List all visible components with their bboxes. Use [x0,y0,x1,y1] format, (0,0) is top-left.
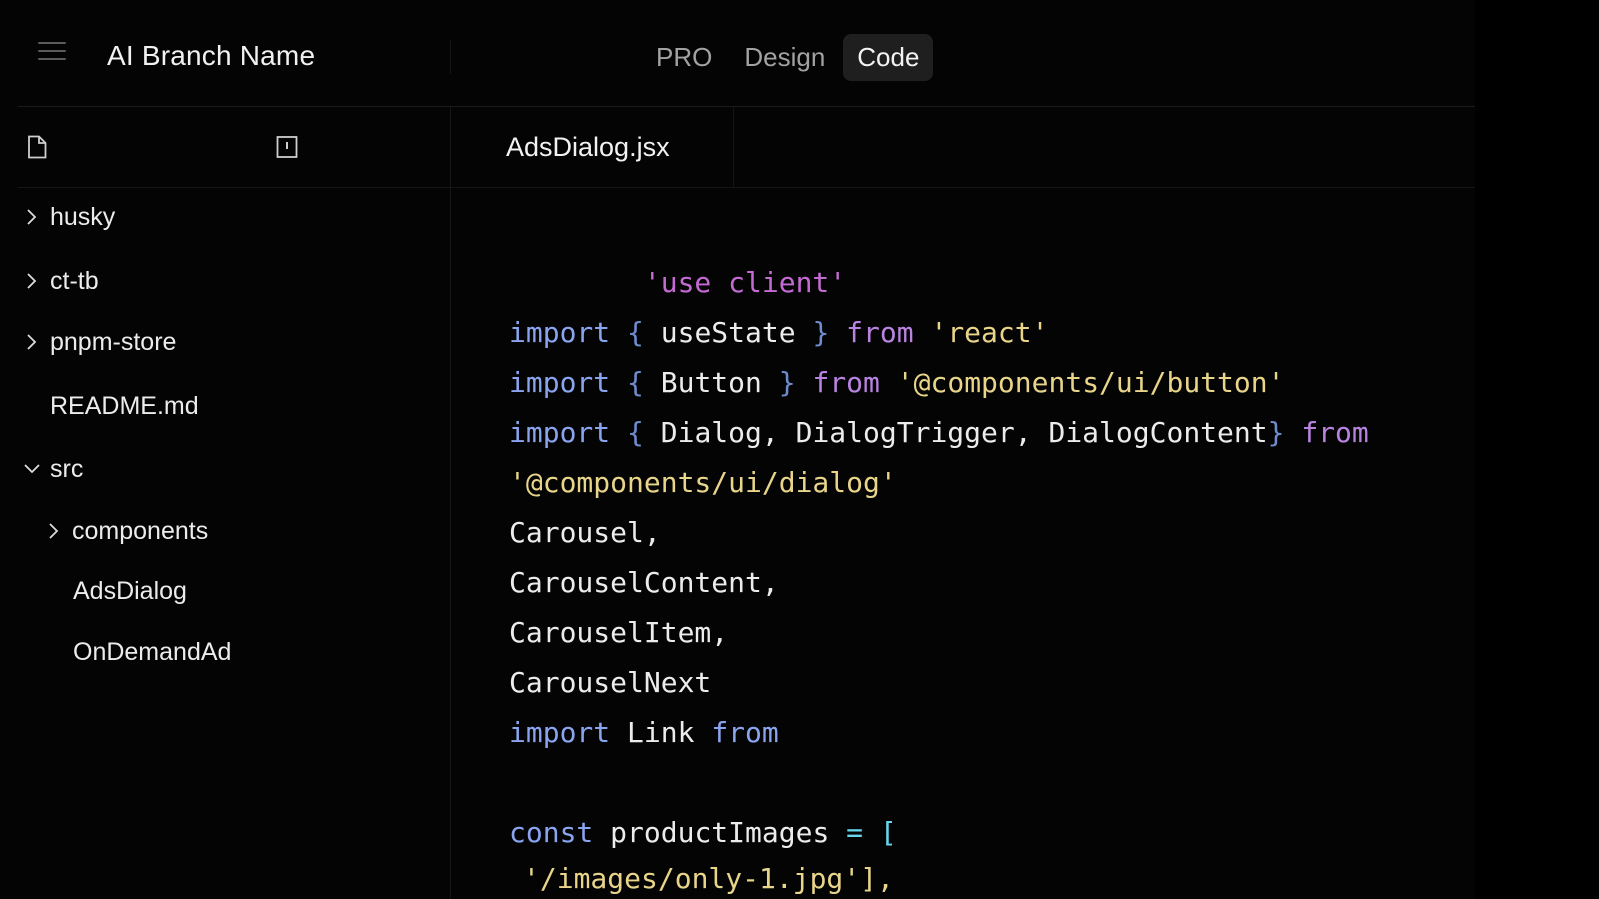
mode-tabs: PRO Design Code [642,34,934,81]
top-bar: AI Branch Name PRO Design Code [18,0,1475,107]
tree-item-readme[interactable]: README.md [50,386,199,426]
panel-toggle-icon[interactable] [276,135,298,159]
code-line: const productImages = [ [509,816,897,849]
code-line: Carousel, [509,516,661,549]
tab-pro[interactable]: PRO [642,34,726,81]
tree-item-src[interactable]: src [22,449,83,489]
outer-margin [1475,0,1599,899]
tree-item-ct-tb[interactable]: ct-tb [22,261,99,301]
chevron-right-icon [27,209,37,225]
tree-item-label: AdsDialog [73,576,187,605]
tree-item-pnpm-store[interactable]: pnpm-store [22,322,176,362]
editor-tab-active[interactable]: AdsDialog.jsx [451,107,734,187]
tree-item-components[interactable]: components [44,511,208,551]
file-icon[interactable] [26,135,48,159]
code-line: CarouselItem, [509,616,729,649]
tree-item-label: husky [50,202,116,231]
chevron-right-icon [49,523,59,539]
header-divider [450,40,451,74]
tree-item-ondemandad[interactable]: OnDemandAd [73,632,231,672]
tree-item-adsdialog[interactable]: AdsDialog [73,571,187,611]
tree-item-label: pnpm-store [50,327,177,356]
code-line: CarouselNext [509,666,712,699]
tab-code[interactable]: Code [843,34,934,81]
tab-design[interactable]: Design [730,34,839,81]
code-line: import Link from [509,716,779,749]
code-line: import { Dialog, DialogTrigger, DialogCo… [509,416,1369,449]
chevron-down-icon [24,464,40,474]
app-title: AI Branch Name [107,40,316,71]
file-explorer: husky ct-tb pnpm-store README.md src com… [18,107,451,899]
editor-tab-label: AdsDialog.jsx [506,131,670,162]
tree-item-label: components [72,516,209,545]
tree-item-husky[interactable]: husky [22,197,115,237]
code-line: import { Button } from '@components/ui/b… [509,366,1285,399]
tree-item-label: README.md [50,391,199,420]
tree-item-label: ct-tb [50,266,99,295]
chevron-right-icon [27,334,37,350]
sidebar-toolbar [18,107,450,188]
code-line: '@components/ui/dialog' [509,466,897,499]
tree-item-label: OnDemandAd [73,637,232,666]
app-window: AI Branch Name PRO Design Code husky ct-… [0,0,1599,899]
code-line: '/images/only-1.jpg'], [523,862,894,895]
code-line: import { useState } from 'react' [509,316,1049,349]
chevron-right-icon [27,273,37,289]
editor-tab-bar: AdsDialog.jsx [451,107,1475,188]
hamburger-menu-icon[interactable] [38,42,66,62]
code-editor: AdsDialog.jsx 'use client' import { useS… [451,107,1475,899]
code-line: 'use client' [643,266,847,299]
tree-item-label: src [50,454,84,483]
code-line: CarouselContent, [509,566,779,599]
